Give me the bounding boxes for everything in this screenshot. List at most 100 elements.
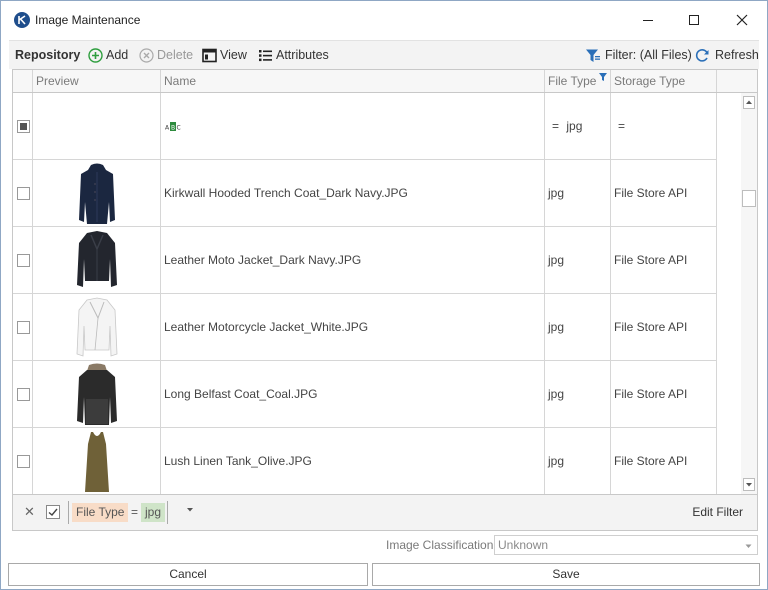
table-row[interactable]: Long Belfast Coat_Coal.JPG jpg File Stor…: [13, 361, 717, 428]
edit-filter-link[interactable]: Edit Filter: [692, 505, 743, 519]
row-checkbox[interactable]: [17, 321, 30, 334]
filter-preview-cell: [33, 93, 161, 160]
svg-text:C: C: [177, 125, 181, 132]
preview-cell: [33, 294, 161, 361]
checkmark-icon: [48, 508, 58, 516]
storage-type-cell: File Store API: [611, 294, 717, 361]
jacket-white-thumbnail: [76, 297, 118, 357]
auto-filter-row: A B C = jpg =: [13, 93, 717, 160]
filter-button[interactable]: Filter: (All Files): [585, 41, 692, 70]
filter-operator: =: [131, 505, 139, 519]
text-filter-abc-icon: A B C: [165, 122, 181, 131]
header-name[interactable]: Name: [161, 70, 545, 92]
storage-type-cell: File Store API: [611, 227, 717, 294]
filter-file-type-value: jpg: [566, 119, 583, 133]
vertical-scrollbar[interactable]: [741, 93, 757, 494]
filter-field-pill: File Type: [72, 503, 129, 522]
scroll-down-button[interactable]: [743, 478, 755, 491]
table-row[interactable]: Kirkwall Hooded Trench Coat_Dark Navy.JP…: [13, 160, 717, 227]
filter-expression[interactable]: File Type = jpg: [68, 501, 168, 524]
row-checkbox[interactable]: [17, 388, 30, 401]
header-file-type[interactable]: File Type: [545, 70, 611, 92]
filter-enabled-checkbox[interactable]: [46, 505, 60, 519]
arrow-down-icon: [746, 483, 752, 487]
file-type-cell: jpg: [545, 428, 611, 494]
image-classification-label: Image Classification: [386, 538, 494, 552]
view-button[interactable]: View: [202, 41, 252, 70]
row-check-cell: [13, 160, 33, 227]
repository-label: Repository: [15, 48, 81, 62]
preview-cell: [33, 428, 161, 494]
scroll-thumb[interactable]: [742, 190, 756, 207]
filter-file-type-cell[interactable]: = jpg: [545, 93, 611, 160]
coat-navy-thumbnail: [79, 163, 115, 224]
row-checkbox[interactable]: [17, 455, 30, 468]
header-storage-type[interactable]: Storage Type: [611, 70, 717, 92]
filter-history-dropdown-icon[interactable]: [186, 507, 194, 513]
refresh-button[interactable]: Refresh: [695, 41, 759, 70]
header-select-column[interactable]: [13, 70, 33, 92]
image-maintenance-window: Image Maintenance Repository Add Delete …: [0, 0, 768, 590]
title-bar: Image Maintenance: [1, 1, 767, 39]
add-label: Add: [106, 48, 129, 62]
file-type-cell: jpg: [545, 294, 611, 361]
svg-text:B: B: [171, 125, 175, 132]
storage-type-cell: File Store API: [611, 160, 717, 227]
row-check-cell: [13, 227, 33, 294]
filter-storage-type-cell[interactable]: =: [611, 93, 717, 160]
delete-circle-icon: [139, 48, 154, 63]
refresh-label: Refresh: [715, 48, 759, 62]
row-checkbox[interactable]: [17, 187, 30, 200]
image-classification-value: Unknown: [498, 538, 549, 552]
row-check-cell: [13, 361, 33, 428]
chevron-down-icon: [745, 544, 752, 548]
select-all-checkbox[interactable]: [17, 120, 30, 133]
refresh-icon: [695, 49, 709, 62]
delete-button[interactable]: Delete: [139, 41, 197, 70]
file-type-cell: jpg: [545, 160, 611, 227]
add-button[interactable]: Add: [88, 41, 134, 70]
preview-cell: [33, 160, 161, 227]
table-row[interactable]: Leather Motorcycle Jacket_White.JPG jpg …: [13, 294, 717, 361]
table-row[interactable]: Lush Linen Tank_Olive.JPG jpg File Store…: [13, 428, 717, 494]
app-logo-icon: [14, 12, 30, 28]
toolbar: Repository Add Delete View Attributes Fi…: [9, 40, 759, 69]
view-label: View: [220, 48, 247, 62]
filter-label: Filter: (All Files): [605, 48, 692, 62]
filter-funnel-icon: [586, 49, 600, 62]
filter-name-cell[interactable]: A B C: [161, 93, 545, 160]
tank-olive-thumbnail: [85, 432, 109, 492]
arrow-up-icon: [746, 100, 752, 104]
preview-cell: [33, 227, 161, 294]
filter-row-check-cell: [13, 93, 33, 160]
coat-coal-thumbnail: [77, 363, 117, 425]
clear-filter-icon[interactable]: ✕: [24, 504, 35, 520]
row-checkbox[interactable]: [17, 254, 30, 267]
storage-type-cell: File Store API: [611, 361, 717, 428]
column-filter-icon[interactable]: [599, 73, 607, 81]
filter-file-type-op: =: [552, 119, 560, 133]
view-layout-icon: [202, 48, 217, 63]
maximize-button[interactable]: [683, 9, 705, 31]
minimize-button[interactable]: [637, 9, 659, 31]
file-type-cell: jpg: [545, 227, 611, 294]
attributes-label: Attributes: [276, 48, 329, 62]
grid-header: Preview Name File Type Storage Type: [13, 70, 757, 93]
image-classification-select[interactable]: Unknown: [494, 535, 758, 555]
save-button[interactable]: Save: [372, 563, 760, 586]
filter-panel: ✕ File Type = jpg Edit Filter: [12, 495, 758, 531]
scroll-up-button[interactable]: [743, 96, 755, 109]
row-check-cell: [13, 294, 33, 361]
add-circle-icon: [88, 48, 103, 63]
svg-text:A: A: [165, 125, 170, 132]
close-button[interactable]: [731, 9, 753, 31]
header-preview[interactable]: Preview: [33, 70, 161, 92]
name-cell: Leather Moto Jacket_Dark Navy.JPG: [161, 227, 545, 294]
storage-type-cell: File Store API: [611, 428, 717, 494]
attributes-button[interactable]: Attributes: [258, 41, 334, 70]
row-check-cell: [13, 428, 33, 494]
name-cell: Lush Linen Tank_Olive.JPG: [161, 428, 545, 494]
cancel-button[interactable]: Cancel: [8, 563, 368, 586]
table-row[interactable]: Leather Moto Jacket_Dark Navy.JPG jpg Fi…: [13, 227, 717, 294]
jacket-navy-thumbnail: [77, 231, 117, 287]
